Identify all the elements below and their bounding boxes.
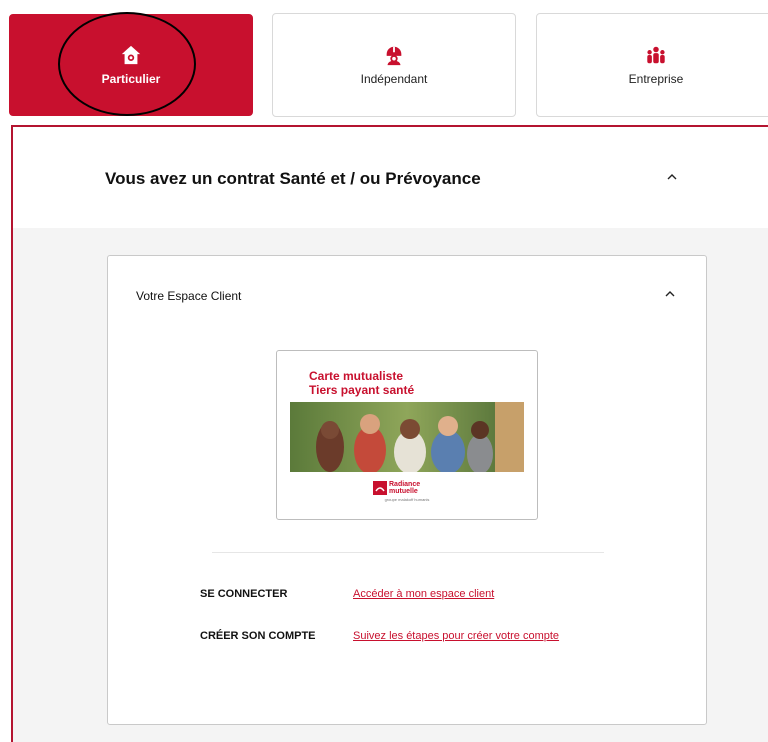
- group-people-icon: [647, 46, 665, 64]
- chevron-up-icon[interactable]: [666, 171, 678, 183]
- worker-helmet-icon: [386, 46, 402, 66]
- accordion-header[interactable]: Vous avez un contrat Santé et / ou Prévo…: [13, 127, 768, 228]
- tab-entreprise[interactable]: Entreprise: [536, 13, 768, 117]
- tab-independant[interactable]: Indépendant: [272, 13, 516, 117]
- accordion-panel: Vous avez un contrat Santé et / ou Prévo…: [11, 125, 768, 742]
- audience-tabs: Particulier Indépendant Entreprise: [0, 0, 768, 118]
- promo-line-2: Tiers payant santé: [309, 383, 415, 397]
- se-connecter-label: SE CONNECTER: [200, 588, 288, 600]
- house-icon: [121, 45, 141, 65]
- card-title: Votre Espace Client: [136, 289, 242, 303]
- family-photo: [290, 402, 524, 472]
- logo-text: Radiance: [389, 481, 421, 488]
- mutual-card-image: Carte mutualiste Tiers payant santé Radi…: [276, 350, 538, 520]
- logo-text: groupe malakoff humanis: [384, 497, 430, 502]
- divider: [212, 552, 604, 553]
- creer-compte-label: CRÉER SON COMPTE: [200, 630, 316, 642]
- tab-particulier[interactable]: Particulier: [9, 14, 253, 116]
- tab-label: Entreprise: [628, 72, 684, 86]
- chevron-up-icon[interactable]: [664, 288, 676, 300]
- espace-client-card: Votre Espace Client Carte mutualiste Tie…: [107, 255, 707, 725]
- promo-line-1: Carte mutualiste: [309, 369, 404, 383]
- creer-compte-link[interactable]: Suivez les étapes pour créer votre compt…: [353, 629, 613, 643]
- accordion-title: Vous avez un contrat Santé et / ou Prévo…: [105, 169, 481, 188]
- logo-text: mutuelle: [389, 488, 418, 495]
- acceder-espace-client-link[interactable]: Accéder à mon espace client: [353, 587, 494, 601]
- tab-label: Particulier: [101, 72, 161, 86]
- radiance-logo: Radiance mutuelle groupe malakoff humani…: [372, 478, 442, 506]
- tab-label: Indépendant: [360, 72, 428, 86]
